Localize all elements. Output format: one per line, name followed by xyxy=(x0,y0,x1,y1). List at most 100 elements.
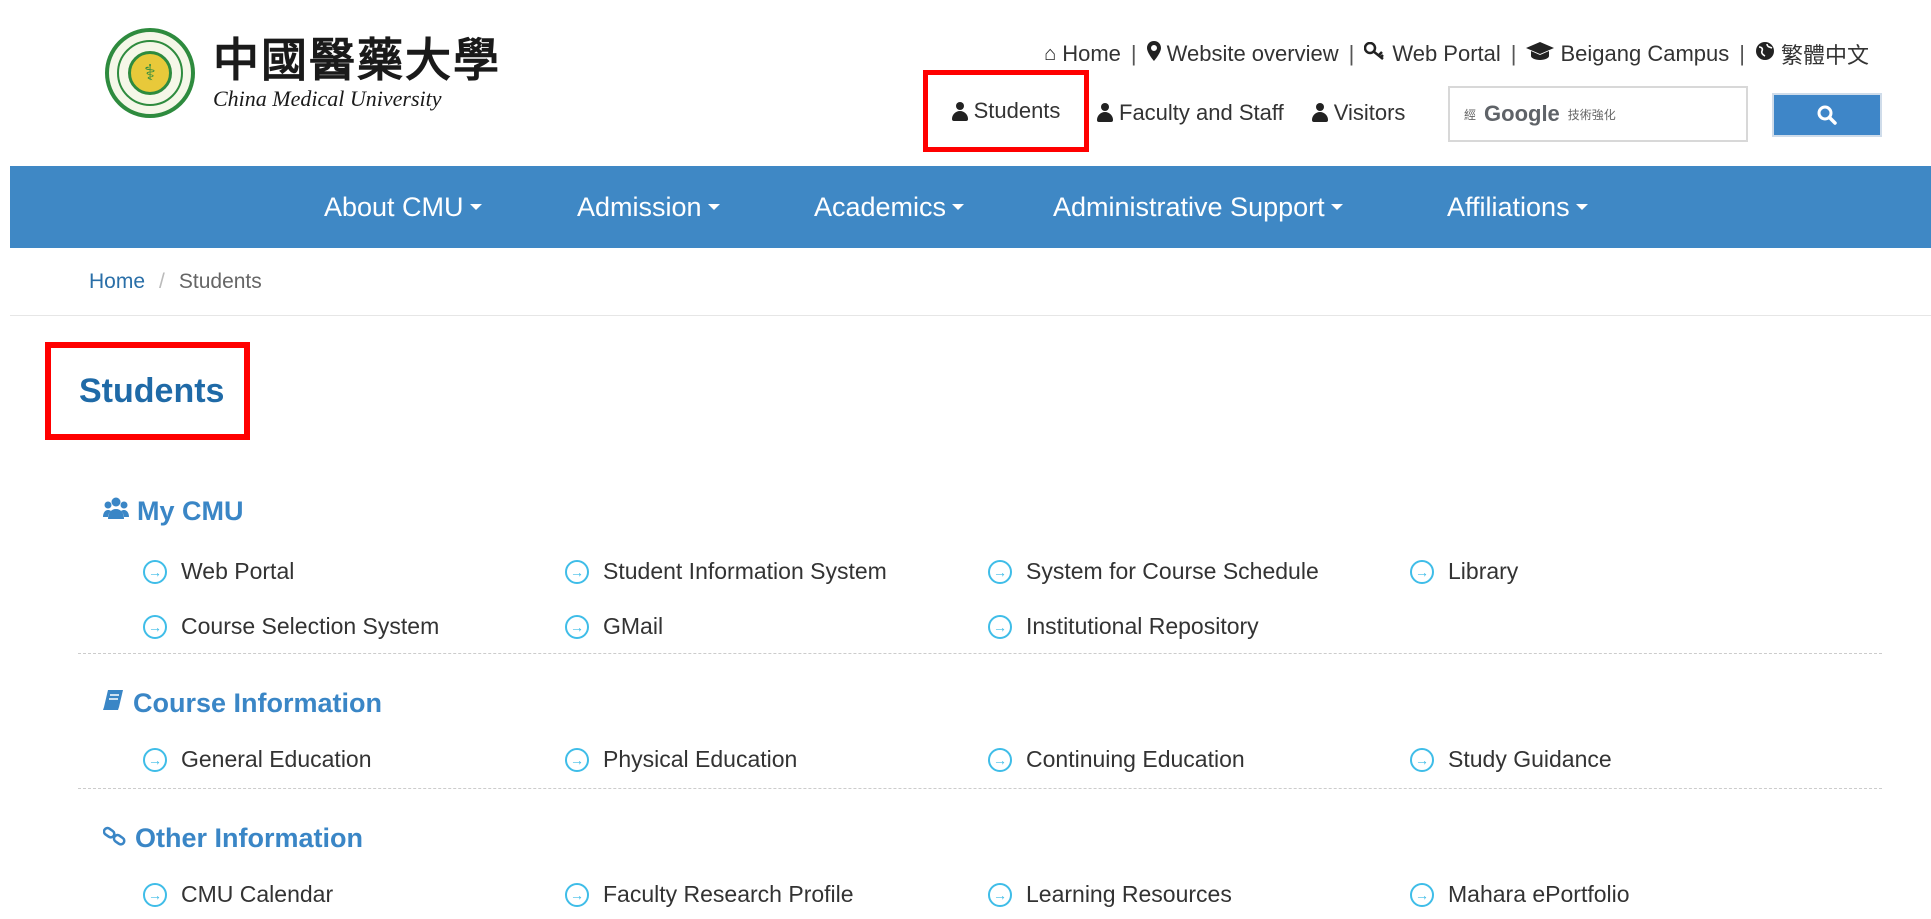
nav-about-cmu[interactable]: About CMU xyxy=(324,166,482,248)
nav-about-cmu-label: About CMU xyxy=(324,191,464,222)
link-institutional-repository[interactable]: → Institutional Repository xyxy=(988,613,1259,640)
link-gmail[interactable]: → GMail xyxy=(565,613,663,640)
link-label: Library xyxy=(1448,558,1519,584)
nav-admission[interactable]: Admission xyxy=(577,166,720,248)
link-library[interactable]: → Library xyxy=(1410,558,1518,585)
link-label: Web Portal xyxy=(181,558,295,584)
toplink-separator: | xyxy=(1510,41,1517,66)
main-navigation: About CMU Admission Academics Administra… xyxy=(10,166,1931,248)
book-icon xyxy=(103,689,125,718)
circle-arrow-right-icon: → xyxy=(565,614,589,639)
section-heading-label: Other Information xyxy=(135,823,363,853)
divider xyxy=(10,315,1931,316)
user-icon xyxy=(1311,103,1328,122)
toplink-web-portal[interactable]: Web Portal xyxy=(1364,41,1501,67)
audience-students-link[interactable]: Students xyxy=(923,70,1089,152)
toplink-website-overview-label: Website overview xyxy=(1166,41,1339,66)
toplink-home-label: Home xyxy=(1062,41,1121,66)
search-brand-google: Google xyxy=(1484,101,1560,126)
toplink-home[interactable]: ⌂ Home xyxy=(1044,41,1121,67)
search-button[interactable] xyxy=(1772,93,1882,137)
globe-icon xyxy=(1755,41,1775,67)
page-title: Students xyxy=(79,371,225,410)
toplink-separator: | xyxy=(1348,41,1355,66)
breadcrumb: Home / Students xyxy=(89,270,262,294)
university-logo[interactable]: ⚕ 中國醫藥大學 China Medical University xyxy=(105,28,501,118)
map-marker-icon xyxy=(1146,41,1161,67)
toplink-traditional-chinese[interactable]: 繁體中文 xyxy=(1755,38,1869,70)
page: ⚕ 中國醫藥大學 China Medical University ⌂ Home… xyxy=(0,0,1931,919)
circle-arrow-right-icon: → xyxy=(565,747,589,772)
section-heading-other-information: Other Information xyxy=(102,823,363,854)
circle-arrow-right-icon: → xyxy=(1410,559,1434,584)
link-label: Institutional Repository xyxy=(1026,613,1259,639)
toplink-web-portal-label: Web Portal xyxy=(1392,41,1501,66)
section-divider xyxy=(78,653,1882,654)
link-label: Mahara ePortfolio xyxy=(1448,881,1630,907)
audience-links: Students Faculty and Staff Visitors xyxy=(923,70,1406,152)
section-heading-label: My CMU xyxy=(137,496,244,526)
audience-visitors-link[interactable]: Visitors xyxy=(1311,90,1406,136)
section-heading-course-information: Course Information xyxy=(103,688,382,719)
breadcrumb-separator: / xyxy=(159,270,165,293)
link-student-information-system[interactable]: → Student Information System xyxy=(565,558,887,585)
user-icon xyxy=(951,101,968,121)
circle-arrow-right-icon: → xyxy=(988,614,1012,639)
logo-chinese-name: 中國醫藥大學 xyxy=(213,33,501,87)
caret-down-icon xyxy=(952,204,965,210)
toplink-website-overview[interactable]: Website overview xyxy=(1146,41,1339,67)
toplink-beigang-campus-label: Beigang Campus xyxy=(1560,41,1730,66)
search-brand-suffix: 技術強化 xyxy=(1567,107,1616,122)
link-course-selection-system[interactable]: → Course Selection System xyxy=(143,613,439,640)
home-icon: ⌂ xyxy=(1044,42,1057,65)
site-search-input[interactable]: 經 Google 技術強化 xyxy=(1448,86,1748,142)
logo-text: 中國醫藥大學 China Medical University xyxy=(213,34,501,112)
link-general-education[interactable]: → General Education xyxy=(143,746,372,773)
link-system-for-course-schedule[interactable]: → System for Course Schedule xyxy=(988,558,1319,585)
nav-administrative-support-label: Administrative Support xyxy=(1053,191,1325,222)
link-web-portal[interactable]: → Web Portal xyxy=(143,558,294,585)
link-learning-resources[interactable]: → Learning Resources xyxy=(988,881,1232,908)
link-label: GMail xyxy=(603,613,664,639)
toplink-traditional-chinese-label: 繁體中文 xyxy=(1780,43,1869,68)
caret-down-icon xyxy=(1575,204,1588,210)
circle-arrow-right-icon: → xyxy=(143,882,167,907)
audience-faculty-link[interactable]: Faculty and Staff xyxy=(1097,90,1284,136)
graduation-cap-icon xyxy=(1526,42,1555,66)
nav-affiliations[interactable]: Affiliations xyxy=(1447,166,1588,248)
breadcrumb-home-link[interactable]: Home xyxy=(89,270,145,294)
link-physical-education[interactable]: → Physical Education xyxy=(565,746,797,773)
logo-english-name: China Medical University xyxy=(213,86,442,111)
circle-arrow-right-icon: → xyxy=(988,747,1012,772)
link-study-guidance[interactable]: → Study Guidance xyxy=(1410,746,1612,773)
search-brand-prefix: 經 xyxy=(1464,107,1477,122)
link-label: Faculty Research Profile xyxy=(603,881,854,907)
link-label: Continuing Education xyxy=(1026,746,1245,772)
link-label: Study Guidance xyxy=(1448,746,1612,772)
nav-administrative-support[interactable]: Administrative Support xyxy=(1053,166,1343,248)
nav-affiliations-label: Affiliations xyxy=(1447,191,1570,222)
page-title-highlight: Students xyxy=(45,342,250,440)
link-continuing-education[interactable]: → Continuing Education xyxy=(988,746,1245,773)
link-mahara-eportfolio[interactable]: → Mahara ePortfolio xyxy=(1410,881,1630,908)
link-label: Learning Resources xyxy=(1026,881,1232,907)
nav-academics-label: Academics xyxy=(814,191,947,222)
link-faculty-research-profile[interactable]: → Faculty Research Profile xyxy=(565,881,854,908)
toplink-separator: | xyxy=(1130,41,1137,66)
circle-arrow-right-icon: → xyxy=(565,882,589,907)
university-seal-icon: ⚕ xyxy=(105,28,195,118)
link-label: System for Course Schedule xyxy=(1026,558,1319,584)
link-label: CMU Calendar xyxy=(181,881,334,907)
section-divider xyxy=(78,788,1882,789)
section-heading-my-cmu: My CMU xyxy=(103,496,244,527)
audience-students-label: Students xyxy=(973,98,1061,123)
top-utility-links: ⌂ Home | Website overview | Web Portal |… xyxy=(1044,38,1869,70)
nav-academics[interactable]: Academics xyxy=(814,166,965,248)
link-cmu-calendar[interactable]: → CMU Calendar xyxy=(143,881,333,908)
search-icon xyxy=(1817,105,1837,125)
link-label: Student Information System xyxy=(603,558,887,584)
circle-arrow-right-icon: → xyxy=(1410,747,1434,772)
user-icon xyxy=(1097,103,1113,122)
toplink-beigang-campus[interactable]: Beigang Campus xyxy=(1526,41,1729,67)
audience-visitors-label: Visitors xyxy=(1333,99,1406,125)
